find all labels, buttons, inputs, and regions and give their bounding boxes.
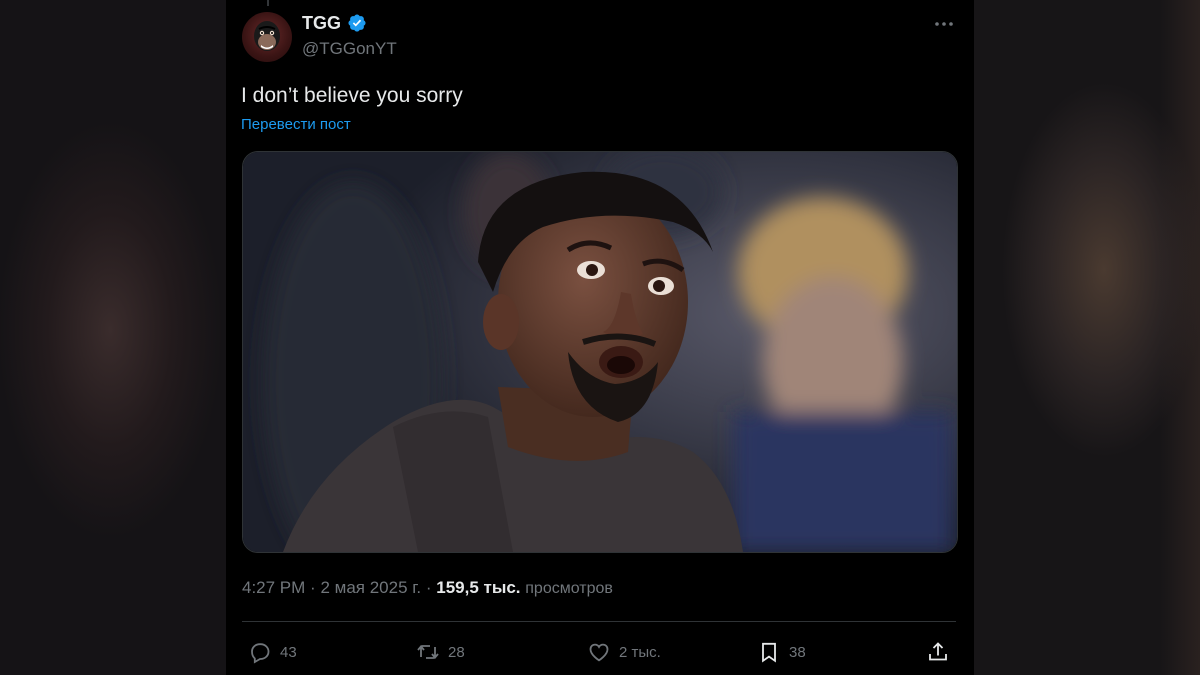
views-label: просмотров (525, 580, 613, 597)
tweet-card: TGG @TGGonYT I don’t believe you sorry П… (226, 0, 974, 675)
translate-post-link[interactable]: Перевести пост (241, 116, 351, 133)
bookmark-count: 38 (789, 643, 806, 661)
like-button[interactable]: 2 тыс. (587, 640, 661, 664)
meta-separator: · (425, 578, 432, 597)
post-time[interactable]: 4:27 PM (242, 578, 305, 597)
views-count: 159,5 тыс. (436, 578, 521, 597)
bookmark-button[interactable]: 38 (757, 640, 806, 664)
post-media-image[interactable] (242, 151, 958, 553)
heart-icon (589, 643, 609, 662)
share-button[interactable] (926, 640, 950, 664)
author-handle[interactable]: @TGGonYT (302, 39, 397, 59)
repost-count: 28 (448, 643, 465, 661)
post-metadata: 4:27 PM · 2 мая 2025 г. · 159,5 тыс. про… (242, 578, 613, 598)
bookmark-icon (762, 642, 776, 663)
gorilla-avatar-icon[interactable] (242, 12, 292, 62)
like-count: 2 тыс. (619, 643, 661, 661)
photo-illustration (243, 152, 957, 552)
thread-connector-line (267, 0, 269, 6)
blurred-backdrop-right (974, 0, 1200, 675)
repost-icon (417, 644, 439, 660)
reply-button[interactable]: 43 (248, 640, 297, 664)
post-date[interactable]: 2 мая 2025 г. (320, 578, 421, 597)
reply-icon (251, 643, 270, 664)
verified-badge-icon (348, 14, 366, 32)
blurred-backdrop-left (0, 0, 226, 675)
repost-button[interactable]: 28 (416, 640, 465, 664)
post-text: I don’t believe you sorry (241, 84, 463, 107)
divider (242, 621, 956, 622)
share-icon (929, 642, 947, 661)
more-options-icon[interactable] (932, 12, 956, 36)
reply-count: 43 (280, 643, 297, 661)
author-display-name[interactable]: TGG (302, 13, 341, 34)
meta-separator: · (310, 578, 316, 597)
